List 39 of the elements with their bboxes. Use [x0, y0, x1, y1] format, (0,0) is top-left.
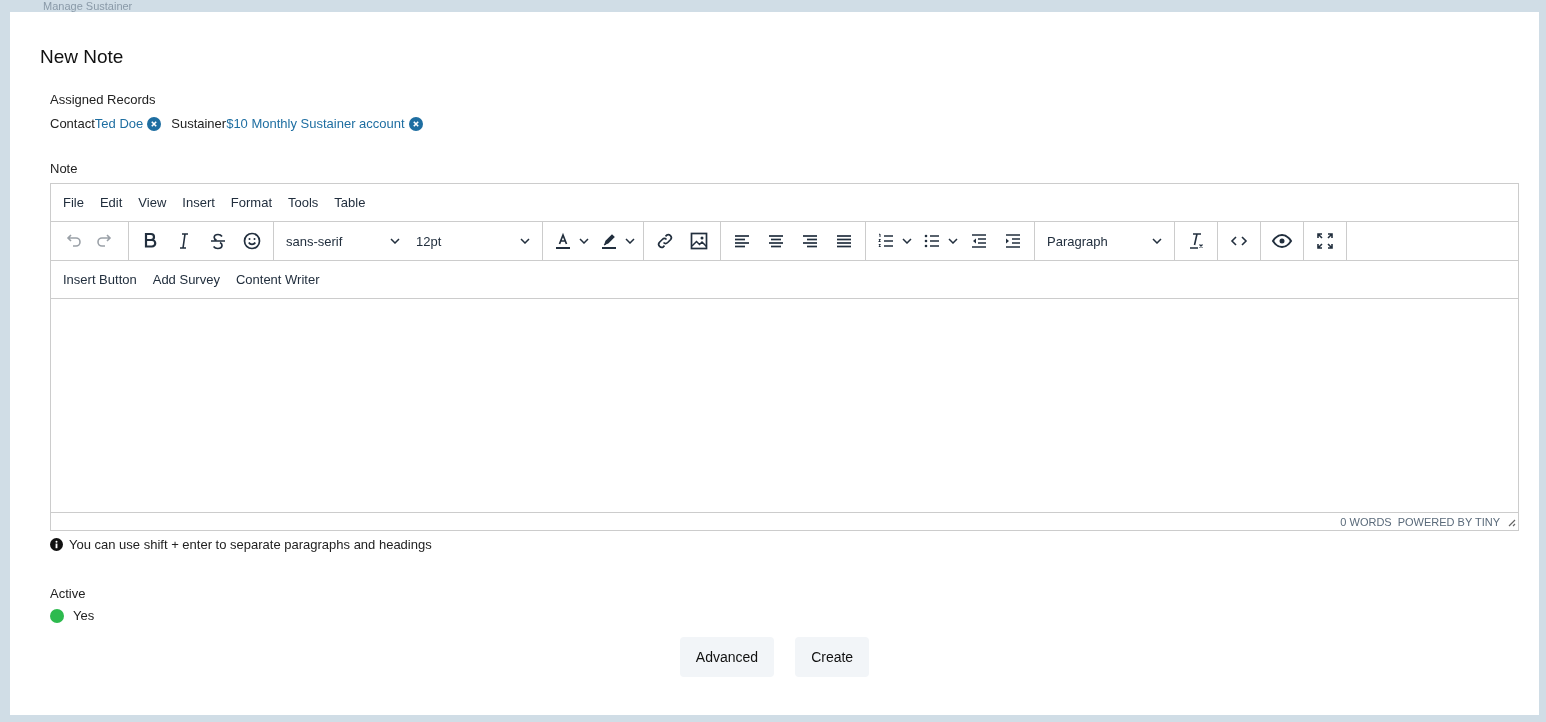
status-value: Yes	[73, 608, 95, 623]
font-size-select[interactable]: 12pt	[408, 226, 538, 256]
word-count: 0 WORDS	[1340, 515, 1392, 528]
menu-item[interactable]: File	[55, 191, 92, 214]
menu-item[interactable]: Format	[222, 191, 280, 214]
caret-icon	[1152, 238, 1162, 244]
menu-item[interactable]: Tools	[280, 191, 327, 214]
menu-item[interactable]: Insert	[174, 191, 223, 214]
record-link[interactable]: $10 Monthly Sustainer account	[226, 116, 405, 131]
page-title: Manage Sustainer	[43, 0, 133, 12]
record-type: Contact	[50, 116, 95, 131]
block-format-select[interactable]: Paragraph	[1039, 226, 1170, 256]
record-type: Sustainer	[171, 116, 227, 131]
menu-item[interactable]: Edit	[91, 191, 131, 214]
toolbar-button[interactable]: Content Writer	[227, 268, 328, 291]
caret-icon	[520, 238, 530, 244]
menu-item[interactable]: View	[130, 191, 175, 214]
dialog-button[interactable]: Create	[795, 637, 870, 677]
caret-icon	[902, 238, 912, 244]
dialog-title: New Note	[40, 46, 125, 68]
status-dot[interactable]	[50, 608, 64, 623]
info-icon	[50, 538, 63, 551]
caret-icon	[625, 238, 635, 244]
field-label: Assigned Records	[50, 92, 156, 107]
field-label: Active	[50, 586, 86, 601]
branding-link[interactable]: POWERED BY TINY	[1397, 515, 1500, 528]
caret-icon	[579, 238, 589, 244]
field-label: Note	[50, 161, 78, 176]
font-family-select[interactable]: sans-serif	[278, 226, 408, 256]
caret-icon	[948, 238, 958, 244]
toolbar-button[interactable]: Insert Button	[55, 268, 145, 291]
record-link[interactable]: Ted Doe	[94, 116, 144, 131]
hint-text: You can use shift + enter to separate paragraphs and headings	[69, 537, 432, 552]
menu-item[interactable]: Table	[326, 191, 374, 214]
remove-icon[interactable]	[408, 116, 423, 131]
toolbar-button[interactable]: Add Survey	[144, 268, 228, 291]
remove-icon[interactable]	[147, 116, 162, 131]
caret-icon	[390, 238, 400, 244]
dialog-button[interactable]: Advanced	[679, 637, 775, 677]
